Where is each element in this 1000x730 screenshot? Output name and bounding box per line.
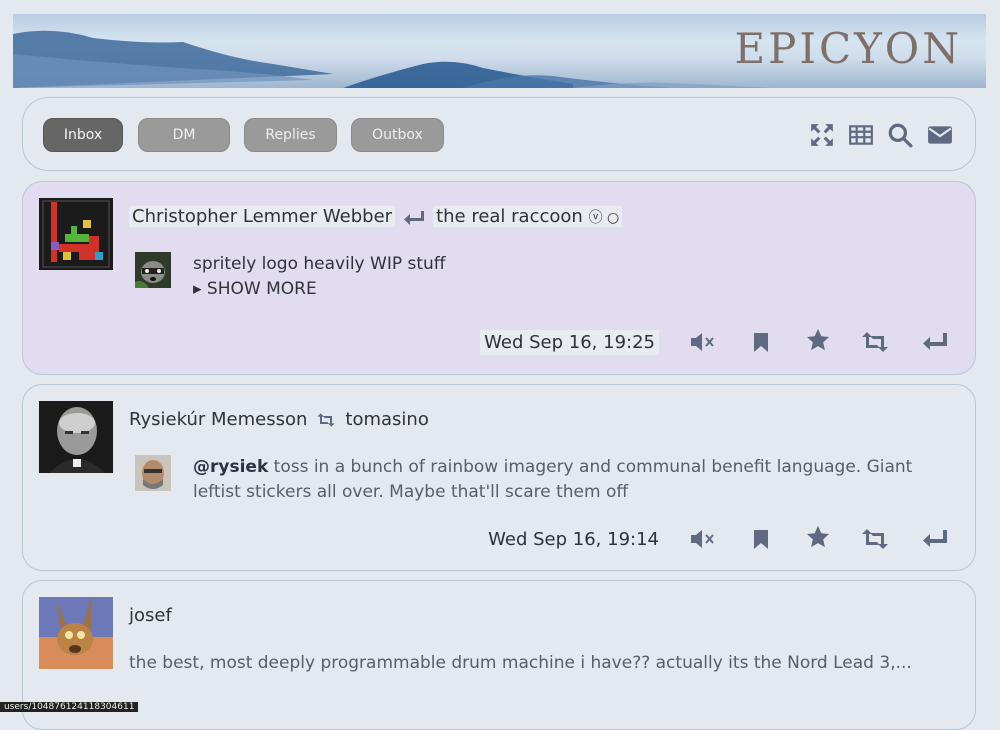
avatar[interactable] [39, 401, 113, 473]
show-more-toggle[interactable]: ▸ SHOW MORE [193, 277, 446, 302]
repeat-icon [315, 412, 337, 428]
reply-action-icon[interactable] [921, 330, 949, 354]
mute-icon[interactable] [689, 330, 717, 354]
reply-action-icon[interactable] [921, 527, 949, 551]
reply-target-text: the real raccoon [436, 206, 583, 227]
post-header: josef [129, 605, 172, 626]
post-content: spritely logo heavily WIP stuff ▸ SHOW M… [193, 252, 446, 302]
author-name[interactable]: Rysiekúr Memesson [129, 409, 307, 430]
header-banner[interactable]: EPICYON [13, 14, 986, 88]
tab-outbox[interactable]: Outbox [351, 118, 444, 152]
post-content: @rysiek toss in a bunch of rainbow image… [193, 455, 923, 505]
like-icon[interactable] [804, 328, 832, 352]
author-name[interactable]: josef [129, 605, 172, 626]
post-text: spritely logo heavily WIP stuff [193, 254, 446, 274]
bookmark-icon[interactable] [747, 527, 775, 551]
avatar[interactable] [39, 597, 113, 669]
repeat-icon[interactable] [861, 330, 889, 354]
fullscreen-icon[interactable] [809, 122, 835, 148]
tab-inbox[interactable]: Inbox [43, 118, 123, 152]
avatar[interactable] [39, 198, 113, 270]
post-text: the best, most deeply programmable drum … [129, 653, 912, 673]
like-icon[interactable] [804, 525, 832, 549]
reply-icon [403, 209, 425, 225]
post-header: Christopher Lemmer Webber the real racco… [129, 206, 623, 227]
post-text: toss in a bunch of rainbow imagery and c… [193, 457, 913, 502]
post-timestamp[interactable]: Wed Sep 16, 19:14 [488, 529, 659, 550]
app-title: EPICYON [734, 24, 962, 73]
tab-replies[interactable]: Replies [244, 118, 337, 152]
post-timestamp[interactable]: Wed Sep 16, 19:25 [480, 330, 659, 355]
search-icon[interactable] [887, 122, 913, 148]
repeat-action-icon[interactable] [861, 527, 889, 551]
account-badges: ⓥ ○ [588, 210, 620, 226]
post-card: Christopher Lemmer Webber the real racco… [22, 181, 976, 375]
post-header: Rysiekúr Memesson tomasino [129, 409, 429, 430]
timeline-toolbar: Inbox DM Replies Outbox [22, 97, 976, 171]
mention-link[interactable]: @rysiek [193, 457, 268, 477]
reply-target-avatar[interactable] [135, 252, 171, 288]
calendar-icon[interactable] [848, 122, 874, 148]
author-name[interactable]: Christopher Lemmer Webber [129, 206, 396, 227]
boosted-author-name[interactable]: tomasino [345, 409, 428, 430]
reply-target-name[interactable]: the real raccoon ⓥ ○ [433, 206, 623, 227]
post-card: josef the best, most deeply programmable… [22, 580, 976, 730]
boosted-author-avatar[interactable] [135, 455, 171, 491]
bookmark-icon[interactable] [747, 330, 775, 354]
post-content: the best, most deeply programmable drum … [129, 651, 949, 676]
mute-icon[interactable] [689, 527, 717, 551]
new-post-icon[interactable] [927, 122, 953, 148]
status-bar-url: users/104876124118304611 [0, 702, 139, 712]
post-card: Rysiekúr Memesson tomasino @rysiek toss … [22, 384, 976, 571]
tab-dm[interactable]: DM [138, 118, 230, 152]
